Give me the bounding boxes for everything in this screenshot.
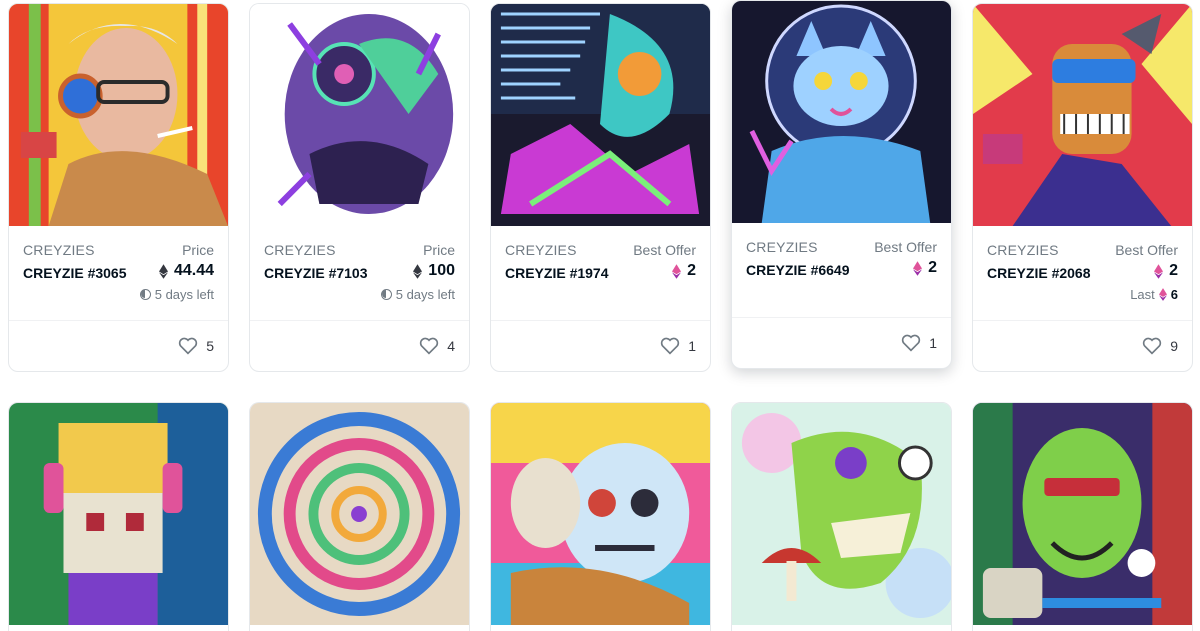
price-amount: 100	[428, 262, 455, 279]
nft-card[interactable]: CREYZIES CREYZIE #3065 Price 44.44 5 day…	[8, 3, 229, 372]
nft-title[interactable]: CREYZIE #6649	[746, 260, 856, 281]
nft-info: CREYZIES CREYZIE #2068 Best Offer 2 Last…	[973, 226, 1192, 321]
heart-icon[interactable]	[901, 334, 921, 352]
price-amount: 2	[687, 262, 696, 279]
nft-image[interactable]	[732, 403, 951, 625]
ethereum-icon	[913, 260, 923, 276]
nft-card[interactable]	[249, 402, 470, 631]
nft-card[interactable]	[8, 402, 229, 631]
heart-icon[interactable]	[419, 337, 439, 355]
ethereum-icon	[672, 263, 682, 279]
time-left: 5 days left	[380, 287, 455, 302]
nft-card[interactable]: CREYZIES CREYZIE #1974 Best Offer 2 1	[490, 3, 711, 372]
nft-info: CREYZIES CREYZIE #7103 Price 100 5 days …	[250, 226, 469, 321]
price-value: 2	[913, 259, 937, 277]
like-count: 1	[688, 338, 696, 354]
nft-info: CREYZIES CREYZIE #6649 Best Offer 2	[732, 223, 951, 318]
time-left: 5 days left	[139, 287, 214, 302]
price-label: Price	[423, 242, 455, 258]
ethereum-icon	[1158, 288, 1167, 301]
card-footer: 1	[491, 321, 710, 371]
clock-icon	[380, 289, 392, 300]
nft-image[interactable]	[973, 4, 1192, 226]
price-label: Price	[182, 242, 214, 258]
nft-card[interactable]	[972, 402, 1193, 631]
price-label: Best Offer	[874, 239, 937, 255]
nft-image[interactable]	[491, 4, 710, 226]
card-footer: 5	[9, 321, 228, 371]
nft-card[interactable]	[490, 402, 711, 631]
nft-card[interactable]	[731, 402, 952, 631]
card-footer: 9	[973, 321, 1192, 371]
heart-icon[interactable]	[178, 337, 198, 355]
nft-image[interactable]	[9, 4, 228, 226]
price-value: 100	[413, 262, 455, 280]
collection-name[interactable]: CREYZIES	[264, 242, 336, 258]
like-count: 9	[1170, 338, 1178, 354]
last-sale-label: Last	[1130, 287, 1155, 302]
nft-image[interactable]	[973, 403, 1192, 625]
heart-icon[interactable]	[1142, 337, 1162, 355]
heart-icon[interactable]	[660, 337, 680, 355]
nft-image[interactable]	[491, 403, 710, 625]
price-value: 2	[672, 262, 696, 280]
nft-title[interactable]: CREYZIE #7103	[264, 263, 374, 284]
last-sale-amount: 6	[1170, 287, 1178, 302]
price-amount: 2	[928, 259, 937, 276]
nft-card[interactable]: CREYZIES CREYZIE #2068 Best Offer 2 Last…	[972, 3, 1193, 372]
nft-info: CREYZIES CREYZIE #3065 Price 44.44 5 day…	[9, 226, 228, 321]
price-value: 2	[1154, 262, 1178, 280]
like-count: 1	[929, 335, 937, 351]
collection-name[interactable]: CREYZIES	[505, 242, 577, 258]
collection-name[interactable]: CREYZIES	[987, 242, 1059, 258]
collection-name[interactable]: CREYZIES	[23, 242, 95, 258]
ethereum-icon	[158, 263, 168, 279]
price-amount: 44.44	[173, 262, 214, 279]
nft-title[interactable]: CREYZIE #2068	[987, 263, 1097, 284]
nft-title[interactable]: CREYZIE #3065	[23, 263, 133, 284]
clock-icon	[139, 289, 151, 300]
nft-info: CREYZIES CREYZIE #1974 Best Offer 2	[491, 226, 710, 321]
time-left-label: 5 days left	[154, 287, 214, 302]
price-label: Best Offer	[1115, 242, 1178, 258]
nft-image[interactable]	[250, 403, 469, 625]
card-footer: 4	[250, 321, 469, 371]
ethereum-icon	[1154, 263, 1164, 279]
time-left-label: 5 days left	[395, 287, 455, 302]
card-footer: 1	[732, 318, 951, 368]
nft-card[interactable]: CREYZIES CREYZIE #6649 Best Offer 2 1	[731, 0, 952, 369]
nft-card[interactable]: CREYZIES CREYZIE #7103 Price 100 5 days …	[249, 3, 470, 372]
like-count: 4	[447, 338, 455, 354]
collection-name[interactable]: CREYZIES	[746, 239, 818, 255]
price-amount: 2	[1169, 262, 1178, 279]
nft-grid: CREYZIES CREYZIE #3065 Price 44.44 5 day…	[0, 0, 1200, 631]
nft-image[interactable]	[9, 403, 228, 625]
price-value: 44.44	[158, 262, 214, 280]
last-sale: Last 6	[1130, 287, 1178, 302]
ethereum-icon	[413, 263, 423, 279]
like-count: 5	[206, 338, 214, 354]
price-label: Best Offer	[633, 242, 696, 258]
nft-image[interactable]	[250, 4, 469, 226]
nft-title[interactable]: CREYZIE #1974	[505, 263, 625, 284]
nft-image[interactable]	[732, 1, 951, 223]
